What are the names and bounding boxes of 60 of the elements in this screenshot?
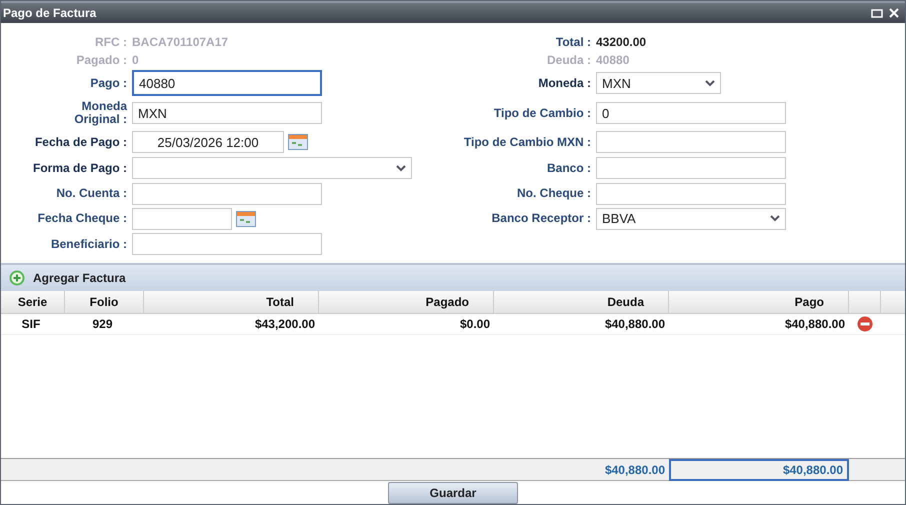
maximize-icon[interactable]	[871, 8, 883, 18]
column-header[interactable]: Serie	[1, 291, 65, 313]
field-label: RFC :	[94, 36, 127, 48]
column-header[interactable]: Deuda	[494, 291, 669, 313]
input-field[interactable]	[596, 182, 786, 204]
field-value: 43200.00	[596, 35, 646, 49]
calendar-icon[interactable]	[288, 134, 308, 150]
input-field[interactable]	[596, 131, 786, 153]
table-cell-text: $40,880.00	[784, 317, 846, 331]
total-value: $40,880.00	[669, 459, 849, 481]
input-field[interactable]	[596, 157, 786, 179]
table-cell-text: $40,880.00	[604, 317, 666, 331]
field-label: No. Cheque :	[516, 187, 591, 200]
table-cell-text: SIF	[20, 317, 42, 331]
chevron-down-icon	[770, 215, 780, 222]
table-cell-text: $0.00	[458, 317, 491, 331]
input-field[interactable]: MXN	[132, 102, 322, 124]
field-label: Pagado :	[75, 54, 127, 66]
calendar-icon[interactable]	[236, 210, 256, 226]
select-field[interactable]: BBVA	[596, 208, 786, 230]
field-value: 0	[132, 53, 139, 67]
add-invoice-button[interactable]: Agregar Factura	[9, 270, 126, 286]
save-button[interactable]: Guardar	[388, 482, 518, 504]
select-field[interactable]: MXN	[596, 72, 721, 94]
input-field[interactable]: 0	[596, 102, 786, 124]
column-header[interactable]: Pagado	[319, 291, 494, 313]
chevron-down-icon	[705, 80, 715, 86]
field-label: Banco :	[546, 162, 591, 174]
field-label: Tipo de Cambio :	[492, 106, 591, 120]
add-icon	[9, 270, 25, 286]
window-title: Pago de Factura	[3, 6, 96, 20]
field-label: Deuda :	[546, 54, 591, 66]
date-field[interactable]: 25/03/2026 12:00	[132, 131, 284, 153]
field-label: Banco Receptor :	[490, 212, 591, 225]
chevron-down-icon	[396, 164, 406, 172]
field-label: Pago :	[89, 76, 127, 90]
field-label: Moneda Original :	[73, 100, 127, 126]
field-label: Fecha de Pago :	[34, 136, 127, 148]
input-field[interactable]: 40880	[132, 70, 322, 96]
column-header[interactable]: Total	[144, 291, 319, 313]
close-icon[interactable]	[889, 8, 899, 18]
remove-icon[interactable]	[857, 316, 873, 332]
field-label: Fecha Cheque :	[36, 212, 127, 225]
field-label: Tipo de Cambio MXN :	[462, 136, 591, 148]
total-value: $40,880.00	[604, 462, 666, 479]
input-field[interactable]	[132, 233, 322, 255]
column-header[interactable]: Folio	[65, 291, 144, 313]
table-cell-text: 929	[91, 317, 114, 331]
field-label: No. Cuenta :	[55, 187, 127, 200]
field-label: Total :	[554, 36, 591, 48]
table-cell-text: $43,200.00	[254, 317, 316, 331]
column-header[interactable]: Pago	[669, 291, 849, 313]
input-field[interactable]	[132, 182, 322, 204]
field-value: BACA701107A17	[132, 35, 228, 49]
field-label: Beneficiario :	[50, 238, 127, 250]
field-value: 40880	[596, 53, 630, 67]
field-label: Moneda :	[537, 76, 591, 90]
select-field[interactable]	[132, 157, 412, 179]
date-field[interactable]	[132, 208, 232, 230]
field-label: Forma de Pago :	[32, 162, 127, 174]
